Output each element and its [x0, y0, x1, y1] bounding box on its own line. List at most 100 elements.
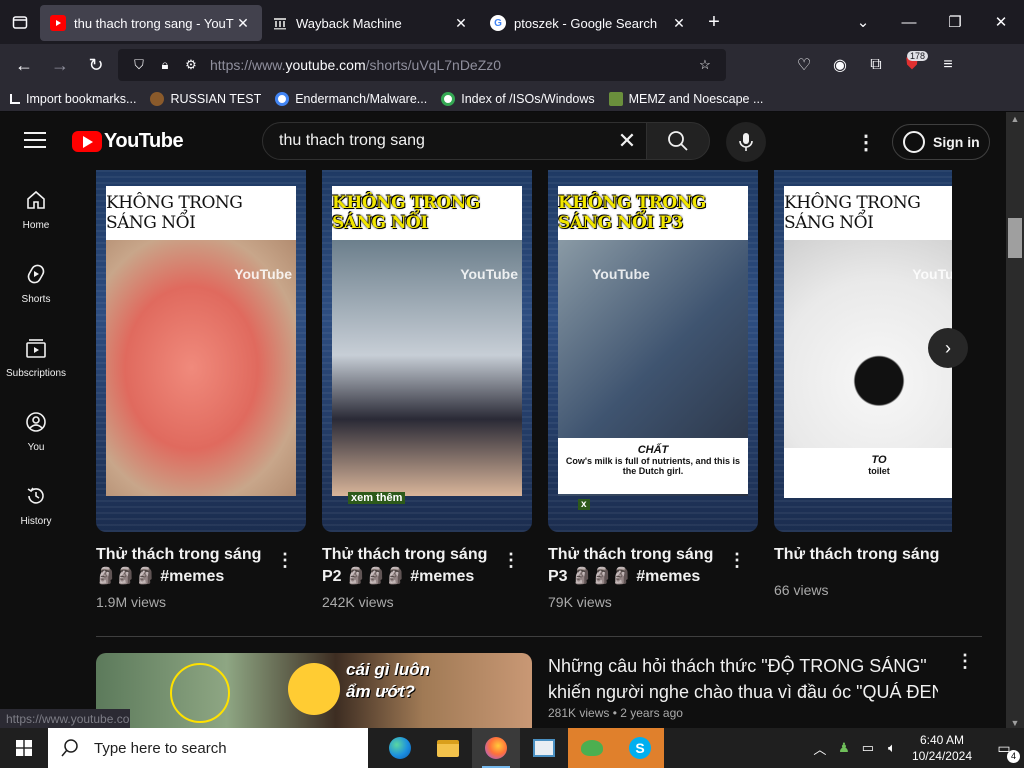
youtube-watermark: YouTube [592, 266, 650, 282]
sign-in-button[interactable]: Sign in [892, 124, 990, 160]
minimize-button[interactable]: — [886, 0, 932, 44]
tracking-protection-shield-icon[interactable]: ⛉ [126, 57, 152, 73]
taskbar-frog-app[interactable] [568, 728, 616, 768]
short-title[interactable]: Thử thách trong sáng 🗿🗿🗿 #memes [96, 544, 282, 588]
close-window-button[interactable]: ✕ [978, 0, 1024, 44]
bookmark-star-icon[interactable]: ☆ [692, 57, 718, 73]
pocket-icon[interactable]: ♡ [786, 47, 822, 83]
bookmark-favicon-icon [608, 91, 623, 106]
extensions-icon[interactable]: ⧉ [858, 47, 894, 83]
tab-close-icon[interactable]: ✕ [670, 15, 688, 32]
settings-more-icon[interactable]: ⋮ [856, 130, 876, 155]
windows-taskbar: Type here to search S ︿ ♟ ▭ 🔈︎ 6:40 AM 1… [0, 728, 1024, 768]
taskbar-app[interactable] [520, 728, 568, 768]
taskbar-skype[interactable]: S [616, 728, 664, 768]
back-button[interactable]: ← [6, 47, 42, 83]
tab-list-chevron-icon[interactable]: ⌄ [840, 0, 886, 44]
search-input[interactable] [279, 132, 607, 150]
app-menu-icon[interactable]: ≡ [930, 47, 966, 83]
tab-close-icon[interactable]: ✕ [234, 15, 252, 32]
short-title[interactable]: Thử thách trong sáng P3 🗿🗿🗿 #memes [548, 544, 734, 588]
short-card[interactable]: KHÔNG TRONG SÁNG NỔI P3 YouTube CHẤT Cow… [548, 170, 758, 610]
new-tab-button[interactable]: + [698, 11, 730, 34]
bookmark-endermanch[interactable]: Endermanch/Malware... [275, 91, 427, 106]
bookmark-memz[interactable]: MEMZ and Noescape ... [608, 91, 763, 106]
more-actions-icon[interactable]: ⋮ [502, 550, 520, 571]
more-actions-icon[interactable]: ⋮ [956, 651, 974, 672]
bookmark-russian-test[interactable]: RUSSIAN TEST [150, 91, 261, 106]
short-thumbnail[interactable]: KHÔNG TRONG SÁNG NỔI YouTube [96, 170, 306, 532]
sidebar-item-history[interactable]: History [0, 466, 72, 540]
permissions-icon[interactable]: ⚙ [178, 57, 204, 73]
short-title[interactable]: Thử thách trong sáng [774, 544, 952, 566]
forward-button[interactable]: → [42, 47, 78, 83]
page-scrollbar[interactable]: ▲ ▼ [1006, 112, 1024, 730]
short-title[interactable]: Thử thách trong sáng P2 🗿🗿🗿 #memes [322, 544, 508, 588]
tab-overview-button[interactable] [0, 0, 40, 44]
tab-wayback[interactable]: Wayback Machine ✕ [262, 5, 480, 41]
short-views: 66 views [774, 582, 829, 598]
account-icon[interactable]: ◉ [822, 47, 858, 83]
thumbnail-text: cái gì luôn ẩm ướt? [346, 660, 431, 701]
url-text[interactable]: https://www.youtube.com/shorts/uVqL7nDeZ… [210, 57, 692, 73]
tab-youtube[interactable]: thu thach trong sang - YouTube ✕ [40, 5, 262, 41]
video-thumbnail[interactable]: cái gì luôn ẩm ướt? [96, 653, 532, 733]
taskbar-file-explorer[interactable] [424, 728, 472, 768]
people-icon[interactable]: ♟ [832, 740, 856, 756]
search-button[interactable] [646, 122, 710, 160]
short-thumbnail[interactable]: KHÔNG TRONG SÁNG NỔI P3 YouTube CHẤT Cow… [548, 170, 758, 532]
lock-icon[interactable]: 🔒︎ [152, 57, 178, 73]
search-icon [61, 739, 78, 757]
taskbar-firefox[interactable] [472, 728, 520, 768]
notification-center-icon[interactable]: ▭ 4 [984, 740, 1024, 763]
voice-search-button[interactable] [726, 122, 766, 162]
taskbar-search[interactable]: Type here to search [48, 728, 368, 768]
bookmark-import[interactable]: Import bookmarks... [10, 92, 136, 106]
clear-search-icon[interactable]: ✕ [607, 128, 647, 154]
video-title[interactable]: Những câu hỏi thách thức "ĐỘ TRONG SÁNG"… [548, 653, 938, 705]
scrollbar-thumb[interactable] [1008, 218, 1022, 258]
youtube-logo[interactable]: YouTube [72, 130, 184, 153]
reload-button[interactable]: ↻ [78, 47, 114, 83]
sidebar-item-you[interactable]: You [0, 392, 72, 466]
url-bar[interactable]: ⛉ 🔒︎ ⚙ https://www.youtube.com/shorts/uV… [118, 49, 726, 81]
taskbar-edge[interactable] [376, 728, 424, 768]
short-card[interactable]: KHÔNG TRONG SÁNG NỔI YouTube Thử thách t… [96, 170, 306, 610]
search-field[interactable]: ✕ [262, 122, 648, 160]
short-thumbnail[interactable]: KHÔNG TRONG SÁNG NỔI YouTube TO toilet [774, 170, 952, 532]
tab-overview-icon [12, 16, 28, 29]
sidebar-item-subscriptions[interactable]: Subscriptions [0, 318, 72, 392]
wayback-favicon-icon [272, 15, 288, 31]
sidebar-item-home[interactable]: Home [0, 170, 72, 244]
short-thumbnail[interactable]: KHÔNG TRONG SÁNG NỔI YouTube xem thêm [322, 170, 532, 532]
more-actions-icon[interactable]: ⋮ [276, 550, 294, 571]
youtube-play-icon [72, 131, 102, 152]
shorts-shelf: KHÔNG TRONG SÁNG NỔI YouTube Thử thách t… [96, 170, 952, 610]
restore-button[interactable]: ❐ [932, 0, 978, 44]
tab-close-icon[interactable]: ✕ [452, 15, 470, 32]
shelf-next-button[interactable]: › [928, 328, 968, 368]
scroll-down-icon[interactable]: ▼ [1006, 718, 1024, 728]
windows-logo-icon [16, 740, 32, 756]
show-hidden-icons-chevron-icon[interactable]: ︿ [808, 739, 832, 758]
ublock-icon[interactable]: ⛊ 178 [894, 47, 930, 83]
taskbar-clock[interactable]: 6:40 AM 10/24/2024 [912, 732, 972, 764]
network-icon[interactable]: ▭ [856, 740, 880, 756]
history-icon [24, 484, 48, 508]
guide-menu-icon[interactable] [24, 132, 46, 150]
short-views: 1.9M views [96, 594, 167, 610]
scroll-up-icon[interactable]: ▲ [1006, 114, 1024, 124]
microphone-icon [739, 133, 753, 151]
bookmark-isos[interactable]: Index of /ISOs/Windows [441, 91, 595, 106]
screen: thu thach trong sang - YouTube ✕ Wayback… [0, 0, 1024, 768]
shorts-icon [24, 262, 48, 286]
short-card[interactable]: KHÔNG TRONG SÁNG NỔI YouTube TO toilet T… [774, 170, 952, 598]
start-button[interactable] [0, 728, 48, 768]
volume-icon[interactable]: 🔈︎ [880, 740, 904, 756]
short-card[interactable]: KHÔNG TRONG SÁNG NỔI YouTube xem thêm Th… [322, 170, 532, 610]
tab-google[interactable]: G ptoszek - Google Search ✕ [480, 5, 698, 41]
google-favicon-icon [275, 91, 290, 106]
more-actions-icon[interactable]: ⋮ [728, 550, 746, 571]
short-views: 79K views [548, 594, 612, 610]
sidebar-item-shorts[interactable]: Shorts [0, 244, 72, 318]
